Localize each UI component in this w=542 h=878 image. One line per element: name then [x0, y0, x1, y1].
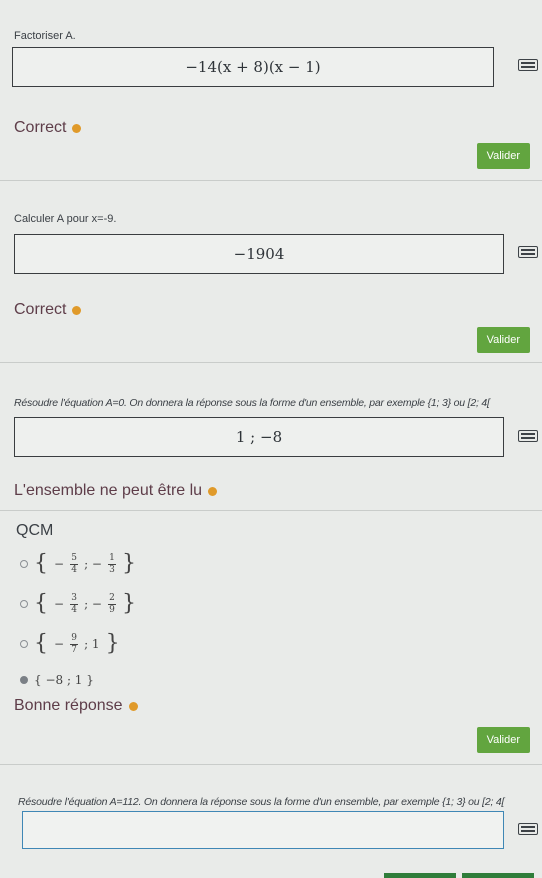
- keyboard-icon[interactable]: [518, 246, 538, 258]
- keyboard-icon[interactable]: [518, 823, 538, 835]
- qcm-title: QCM: [16, 522, 54, 539]
- qcm-option-2[interactable]: { −3 4 ; −2 9 }: [20, 593, 136, 615]
- qcm-feedback-text: Bonne réponse: [14, 697, 123, 714]
- q2-feedback-text: Correct: [14, 301, 67, 318]
- q2-answer-field[interactable]: −1904: [14, 234, 504, 274]
- divider: [0, 180, 542, 181]
- q1-answer-text: −14(x + 8)(x − 1): [185, 58, 321, 76]
- keyboard-icon[interactable]: [518, 59, 538, 71]
- q4-answer-field[interactable]: [22, 811, 504, 849]
- q2-feedback: Correct: [14, 301, 82, 319]
- bottom-button-partial[interactable]: [384, 873, 456, 878]
- radio-icon[interactable]: [20, 560, 28, 568]
- radio-icon[interactable]: [20, 600, 28, 608]
- feedback-dot-icon: [72, 123, 82, 133]
- feedback-dot-icon: [208, 486, 218, 496]
- keyboard-icon[interactable]: [518, 430, 538, 442]
- divider: [0, 362, 542, 363]
- q2-validate-button[interactable]: Valider: [476, 327, 530, 353]
- divider: [0, 510, 542, 511]
- q4-label: Résoudre l'équation A=112. On donnera la…: [18, 796, 505, 808]
- qcm-feedback: Bonne réponse: [14, 697, 138, 715]
- radio-selected-icon[interactable]: [20, 676, 28, 684]
- q2-answer-text: −1904: [233, 245, 285, 263]
- qcm-option-3[interactable]: { −9 7 ; 1 }: [20, 633, 120, 655]
- qcm-option-1[interactable]: { −5 4 ; −1 3 }: [20, 553, 136, 575]
- q1-label: Factoriser A.: [14, 30, 76, 42]
- q3-label: Résoudre l'équation A=0. On donnera la r…: [14, 397, 490, 409]
- qcm-option-4[interactable]: { −8 ; 1 }: [20, 673, 94, 687]
- qcm-validate-button[interactable]: Valider: [476, 727, 530, 753]
- q3-feedback-text: L'ensemble ne peut être lu: [14, 482, 203, 499]
- divider: [0, 764, 542, 765]
- q1-validate-button[interactable]: Valider: [476, 143, 530, 169]
- radio-icon[interactable]: [20, 640, 28, 648]
- q3-feedback: L'ensemble ne peut être lu: [14, 482, 218, 500]
- q1-feedback: Correct: [14, 119, 82, 137]
- q1-feedback-text: Correct: [14, 119, 67, 136]
- feedback-dot-icon: [128, 701, 138, 711]
- feedback-dot-icon: [72, 305, 82, 315]
- q3-answer-text: 1 ; −8: [235, 428, 283, 446]
- q3-answer-field[interactable]: 1 ; −8: [14, 417, 504, 457]
- bottom-button-partial[interactable]: [462, 873, 534, 878]
- q1-answer-field[interactable]: −14(x + 8)(x − 1): [12, 47, 494, 87]
- q2-label: Calculer A pour x=-9.: [14, 213, 117, 225]
